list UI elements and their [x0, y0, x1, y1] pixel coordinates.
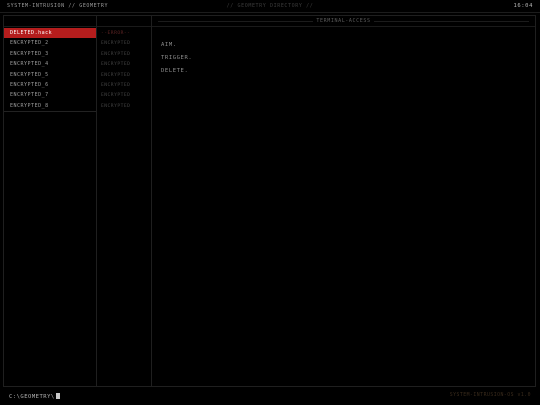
directory-title: // GEOMETRY DIRECTORY //: [226, 3, 314, 9]
header-divider: [152, 26, 535, 27]
status-header: [97, 16, 151, 27]
file-item-encrypted-4[interactable]: ENCRYPTED_4: [4, 59, 96, 69]
output-line: DELETE.: [161, 68, 189, 74]
window-frame: DELETED.hack ENCRYPTED_2 ENCRYPTED_3 ENC…: [3, 15, 536, 387]
footer-bar: C:\GEOMETRY\ SYSTEM-INTRUSION-OS v1.0: [0, 389, 540, 405]
status-encrypted: ENCRYPTED: [101, 62, 131, 68]
status-encrypted: ENCRYPTED: [101, 41, 131, 47]
status-list: --ERROR-- ENCRYPTED ENCRYPTED ENCRYPTED …: [97, 29, 151, 112]
status-encrypted: ENCRYPTED: [101, 93, 131, 99]
file-item-encrypted-5[interactable]: ENCRYPTED_5: [4, 70, 96, 80]
file-item-encrypted-7[interactable]: ENCRYPTED_7: [4, 90, 96, 100]
status-encrypted: ENCRYPTED: [101, 51, 131, 57]
sidebar-header: [4, 16, 96, 27]
terminal-title: TERMINAL-ACCESS: [313, 18, 374, 24]
cursor-block: [55, 393, 60, 399]
command-prompt[interactable]: C:\GEOMETRY\: [9, 393, 60, 400]
status-encrypted: ENCRYPTED: [101, 72, 131, 78]
top-bar: SYSTEM-INTRUSION // GEOMETRY // GEOMETRY…: [0, 0, 540, 13]
status-encrypted: ENCRYPTED: [101, 82, 131, 88]
file-item-encrypted-2[interactable]: ENCRYPTED_2: [4, 38, 96, 48]
terminal-header: TERMINAL-ACCESS: [158, 18, 529, 24]
status-column: --ERROR-- ENCRYPTED ENCRYPTED ENCRYPTED …: [97, 16, 152, 386]
status-error: --ERROR--: [101, 31, 131, 36]
file-sidebar: DELETED.hack ENCRYPTED_2 ENCRYPTED_3 ENC…: [4, 16, 97, 386]
file-list: DELETED.hack ENCRYPTED_2 ENCRYPTED_3 ENC…: [4, 28, 96, 113]
terminal-panel: TERMINAL-ACCESS AIM. TRIGGER. DELETE.: [152, 16, 535, 386]
version-label: SYSTEM-INTRUSION-OS v1.0: [449, 393, 531, 398]
file-item-encrypted-3[interactable]: ENCRYPTED_3: [4, 49, 96, 59]
terminal-output: AIM. TRIGGER. DELETE.: [161, 42, 192, 81]
file-item-encrypted-8[interactable]: ENCRYPTED_8: [4, 101, 96, 111]
status-encrypted: ENCRYPTED: [101, 103, 131, 109]
file-item-deleted[interactable]: DELETED.hack: [4, 28, 96, 39]
clock: 16:04: [513, 3, 533, 9]
output-line: TRIGGER.: [161, 55, 193, 61]
file-item-encrypted-6[interactable]: ENCRYPTED_6: [4, 80, 96, 90]
output-line: AIM.: [161, 42, 177, 48]
prompt-path: C:\GEOMETRY\: [9, 394, 55, 400]
